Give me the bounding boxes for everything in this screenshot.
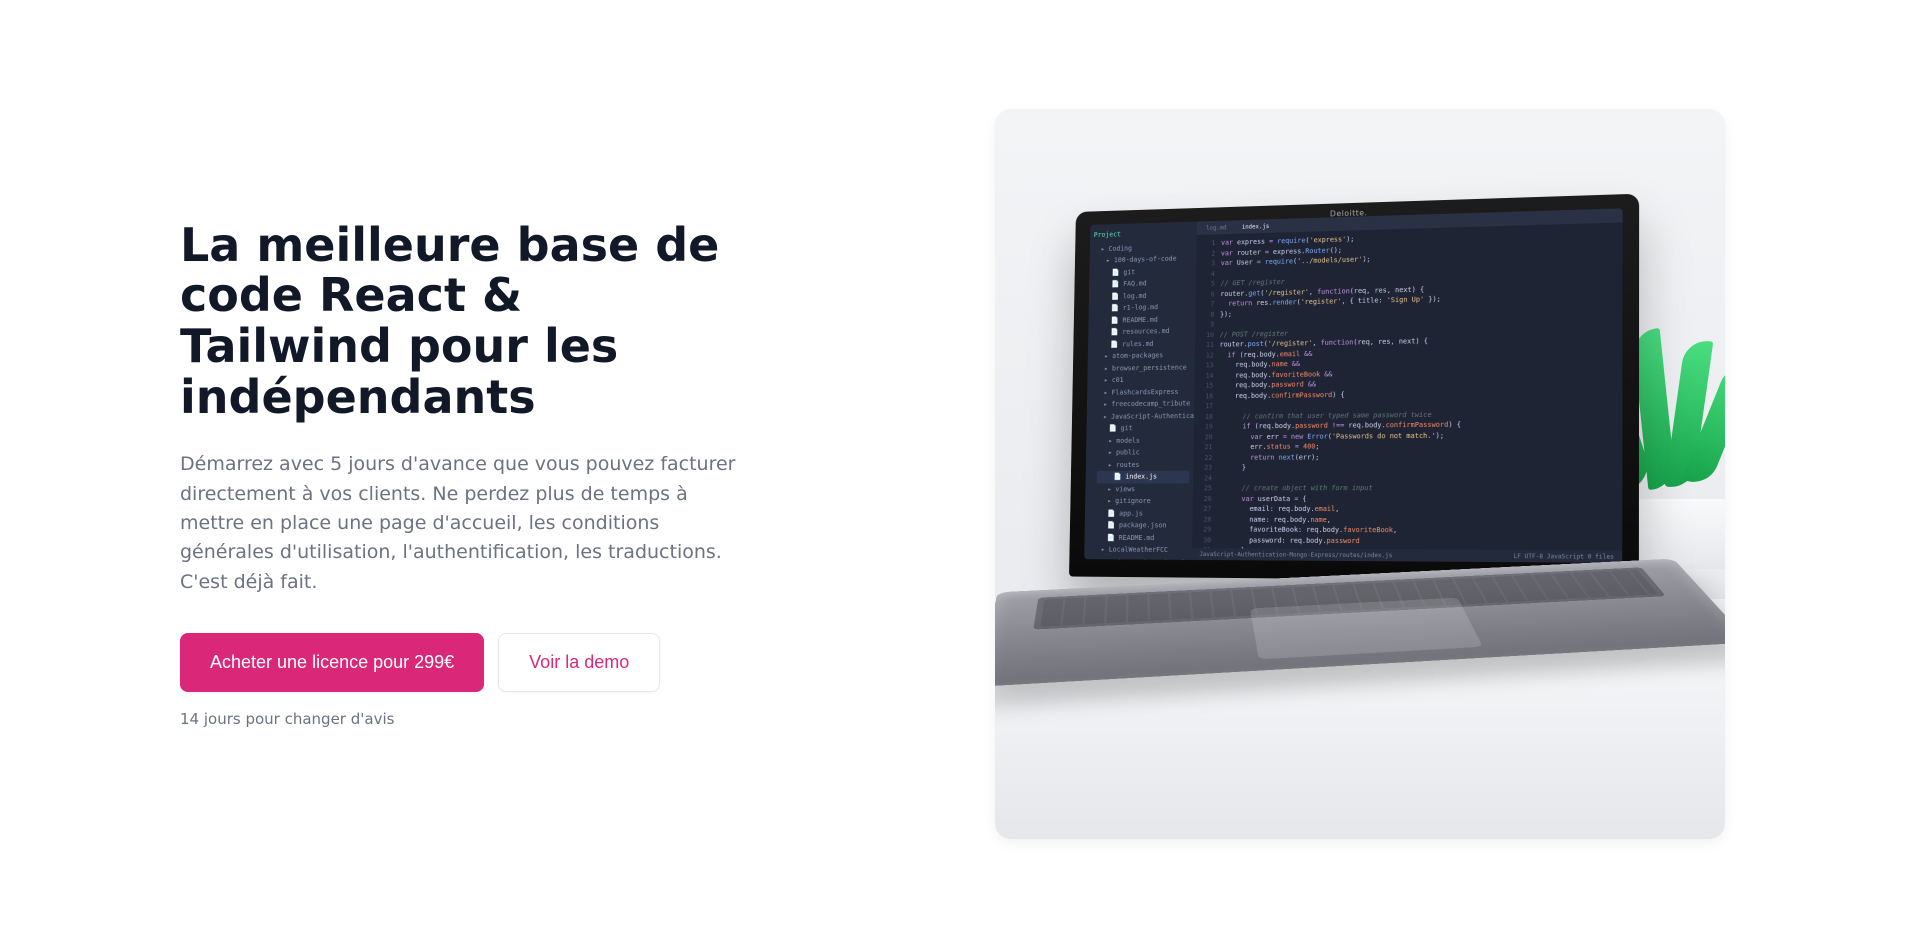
file-tree: Project ▸ Coding▸ 100-days-of-code📄 git📄…: [1084, 222, 1197, 560]
tree-item: ▸ routes: [1097, 458, 1190, 470]
code-area: 1234567891011121314151617181920212223242…: [1191, 222, 1623, 563]
tree-item: 📄 app.js: [1096, 507, 1189, 519]
laptop-trackpad: [1250, 598, 1483, 660]
tree-item: 📄 package.json: [1096, 519, 1189, 531]
editor-tab-active: index.js: [1242, 222, 1270, 232]
tree-item: ▸ LocalWeatherFCC: [1095, 544, 1188, 557]
tree-item: ▸ views: [1096, 483, 1189, 495]
hero-title: La meilleure base de code React & Tailwi…: [180, 220, 740, 422]
laptop: Deloitte. Project ▸ Coding▸ 100-days-of-…: [1055, 199, 1695, 795]
hero-image: Deloitte. Project ▸ Coding▸ 100-days-of-…: [995, 109, 1725, 839]
tree-item: ▸ public: [1097, 446, 1190, 459]
tree-item: ▸ node-weather-zipcode: [1095, 556, 1188, 563]
view-demo-button[interactable]: Voir la demo: [498, 633, 660, 692]
hero-section: La meilleure base de code React & Tailwi…: [0, 0, 1905, 948]
statusbar-path: JavaScript-Authentication-Mongo-Express/…: [1199, 550, 1392, 560]
editor-pane: log.md index.js 123456789101112131415161…: [1192, 208, 1623, 563]
hero-description: Démarrez avec 5 jours d'avance que vous …: [180, 450, 740, 597]
statusbar-info: LF UTF-8 JavaScript 0 files: [1514, 551, 1614, 561]
editor-tab: log.md: [1206, 223, 1227, 232]
cta-row: Acheter une licence pour 299€ Voir la de…: [180, 633, 740, 692]
laptop-screen: Deloitte. Project ▸ Coding▸ 100-days-of-…: [1069, 194, 1639, 582]
tree-item: 📄 index.js: [1097, 471, 1190, 483]
editor-statusbar: JavaScript-Authentication-Mongo-Express/…: [1192, 548, 1622, 563]
refund-note: 14 jours pour changer d'avis: [180, 710, 740, 728]
tree-item: ▸ freecodecamp_tribute: [1098, 398, 1191, 411]
laptop-base: [995, 559, 1725, 687]
code-editor: Project ▸ Coding▸ 100-days-of-code📄 git📄…: [1084, 208, 1622, 563]
tree-header: Project: [1094, 227, 1193, 240]
hero-copy: La meilleure base de code React & Tailwi…: [180, 220, 740, 729]
tree-item: ▸ FlashcardsExpress: [1098, 385, 1191, 398]
tree-item: ▸ JavaScript-Authentication: [1098, 410, 1191, 423]
tree-item: ▸ models: [1097, 434, 1190, 447]
tree-item: 📄 git: [1098, 422, 1191, 435]
tree-item: ▸ gitignore: [1096, 495, 1189, 507]
buy-license-button[interactable]: Acheter une licence pour 299€: [180, 633, 484, 692]
tree-item: 📄 README.md: [1096, 532, 1189, 545]
